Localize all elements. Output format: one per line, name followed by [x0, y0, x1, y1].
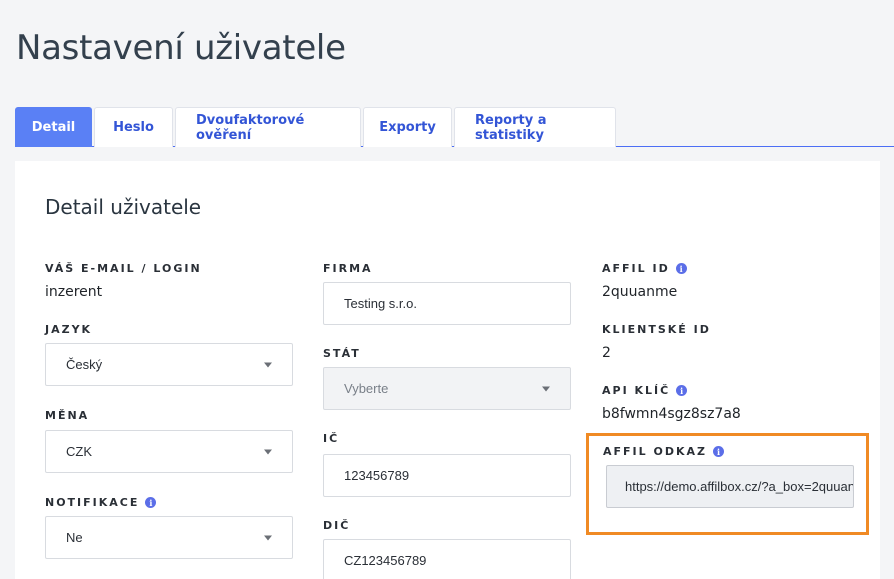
ic-input[interactable]: 123456789	[323, 454, 571, 497]
chevron-down-icon	[264, 449, 272, 454]
affil-id-label: AFFIL ID i	[602, 262, 687, 275]
ic-label-text: IČ	[323, 432, 340, 445]
info-icon[interactable]: i	[676, 385, 688, 396]
client-id-value: 2	[602, 345, 611, 361]
tab-reports[interactable]: Reporty a statistiky	[454, 107, 616, 147]
company-label-text: FIRMA	[323, 262, 373, 275]
dic-input[interactable]: CZ123456789	[323, 539, 571, 579]
user-detail-card: Detail uživatele VÁŠ E-MAIL / LOGIN inze…	[15, 161, 880, 579]
country-label-text: STÁT	[323, 347, 361, 360]
notification-select[interactable]: Ne	[45, 516, 293, 559]
dic-input-value: CZ123456789	[344, 553, 427, 568]
ic-input-value: 123456789	[344, 468, 410, 483]
info-icon[interactable]: i	[145, 497, 157, 508]
language-label: JAZYK	[45, 323, 92, 336]
tab-two-factor[interactable]: Dvoufaktorové ověření	[175, 107, 361, 147]
api-key-label-text: API KLÍČ	[602, 384, 671, 397]
tab-password[interactable]: Heslo	[94, 107, 173, 147]
company-label: FIRMA	[323, 262, 373, 275]
affil-link-input[interactable]: https://demo.affilbox.cz/?a_box=2quuanme	[606, 465, 854, 508]
info-icon[interactable]: i	[712, 446, 724, 457]
dic-label: DIČ	[323, 519, 350, 532]
country-label: STÁT	[323, 347, 361, 360]
affil-link-label-text: AFFIL ODKAZ	[603, 445, 707, 458]
affil-link-label: AFFIL ODKAZ i	[603, 445, 724, 458]
language-label-text: JAZYK	[45, 323, 93, 336]
tab-exports[interactable]: Exporty	[363, 107, 452, 147]
country-select[interactable]: Vyberte	[323, 367, 571, 410]
notification-selected-value: Ne	[66, 530, 83, 545]
api-key-value: b8fwmn4sgz8sz7a8	[602, 406, 741, 422]
page-title: Nastavení uživatele	[16, 28, 346, 68]
currency-select[interactable]: CZK	[45, 430, 293, 473]
email-label: VÁŠ E-MAIL / LOGIN	[45, 262, 202, 275]
notification-label-text: NOTIFIKACE	[45, 496, 140, 509]
card-title: Detail uživatele	[45, 195, 202, 219]
notification-label: NOTIFIKACE i	[45, 496, 157, 509]
email-value: inzerent	[45, 284, 103, 300]
currency-label: MĚNA	[45, 409, 89, 422]
language-select[interactable]: Český	[45, 343, 293, 386]
affil-link-highlight: AFFIL ODKAZ i https://demo.affilbox.cz/?…	[586, 433, 869, 535]
currency-selected-value: CZK	[66, 444, 92, 459]
affil-id-label-text: AFFIL ID	[602, 262, 670, 275]
company-input[interactable]: Testing s.r.o.	[323, 282, 571, 325]
info-icon[interactable]: i	[675, 263, 687, 274]
email-label-text: VÁŠ E-MAIL / LOGIN	[45, 262, 202, 275]
client-id-label: KLIENTSKÉ ID	[602, 323, 711, 336]
country-placeholder: Vyberte	[344, 381, 389, 396]
tab-bar: Detail Heslo Dvoufaktorové ověření Expor…	[15, 107, 894, 147]
currency-label-text: MĚNA	[45, 409, 90, 422]
language-selected-value: Český	[66, 357, 103, 372]
tab-detail[interactable]: Detail	[15, 107, 92, 147]
api-key-label: API KLÍČ i	[602, 384, 688, 397]
company-input-value: Testing s.r.o.	[344, 296, 417, 311]
ic-label: IČ	[323, 432, 339, 445]
chevron-down-icon	[542, 386, 550, 391]
client-id-label-text: KLIENTSKÉ ID	[602, 323, 711, 336]
chevron-down-icon	[264, 535, 272, 540]
affil-id-value: 2quuanme	[602, 284, 678, 300]
affil-link-value: https://demo.affilbox.cz/?a_box=2quuanme	[625, 479, 854, 494]
dic-label-text: DIČ	[323, 519, 351, 532]
chevron-down-icon	[264, 362, 272, 367]
